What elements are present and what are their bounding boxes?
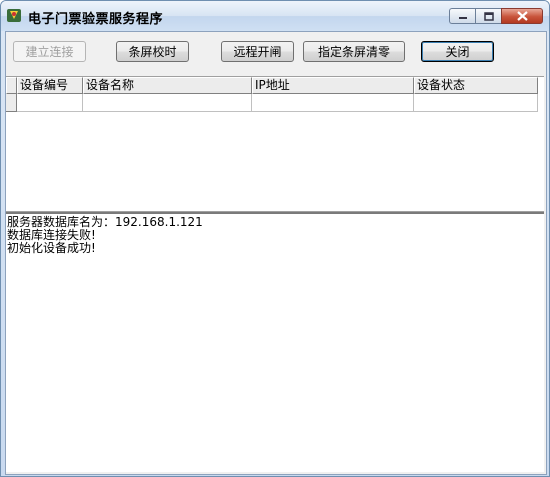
minimize-icon <box>458 17 467 19</box>
row-selector[interactable] <box>6 94 17 112</box>
header-corner <box>6 77 17 94</box>
caption-buttons <box>449 8 543 25</box>
minimize-button[interactable] <box>449 8 475 24</box>
remote-open-gate-button[interactable]: 远程开闸 <box>221 41 294 62</box>
window-title: 电子门票验票服务程序 <box>28 12 164 27</box>
column-header-device-id[interactable]: 设备编号 <box>17 77 83 94</box>
maximize-icon <box>483 11 494 21</box>
toolbar: 建立连接 条屏校时 远程开闸 指定条屏清零 关闭 <box>6 32 546 77</box>
table-cell[interactable] <box>83 94 252 112</box>
log-line: 初始化设备成功! <box>7 241 96 255</box>
device-table[interactable]: 设备编号 设备名称 IP地址 设备状态 <box>6 76 544 212</box>
column-header-device-status[interactable]: 设备状态 <box>414 77 538 94</box>
table-header: 设备编号 设备名称 IP地址 设备状态 <box>6 77 544 94</box>
app-window: 电子门票验票服务程序 建立连接 条屏校时 远程开闸 指定条屏清零 关闭 设备编号 <box>0 0 550 477</box>
title-bar[interactable]: 电子门票验票服务程序 <box>1 1 549 31</box>
sync-time-button[interactable]: 条屏校时 <box>116 41 189 62</box>
table-cell[interactable] <box>17 94 83 112</box>
table-cell[interactable] <box>252 94 414 112</box>
log-output[interactable]: 服务器数据库名为：192.168.1.121 数据库连接失败! 初始化设备成功! <box>6 212 544 472</box>
table-cell[interactable] <box>414 94 538 112</box>
connect-button[interactable]: 建立连接 <box>13 41 86 62</box>
column-header-device-name[interactable]: 设备名称 <box>83 77 252 94</box>
close-app-button[interactable]: 关闭 <box>421 41 494 62</box>
maximize-button[interactable] <box>475 8 501 24</box>
clear-screen-button[interactable]: 指定条屏清零 <box>303 41 405 62</box>
close-icon <box>516 11 528 21</box>
app-icon <box>7 9 21 22</box>
close-button[interactable] <box>501 8 543 24</box>
client-area: 建立连接 条屏校时 远程开闸 指定条屏清零 关闭 设备编号 设备名称 IP地址 … <box>5 31 547 475</box>
column-header-ip-address[interactable]: IP地址 <box>252 77 414 94</box>
